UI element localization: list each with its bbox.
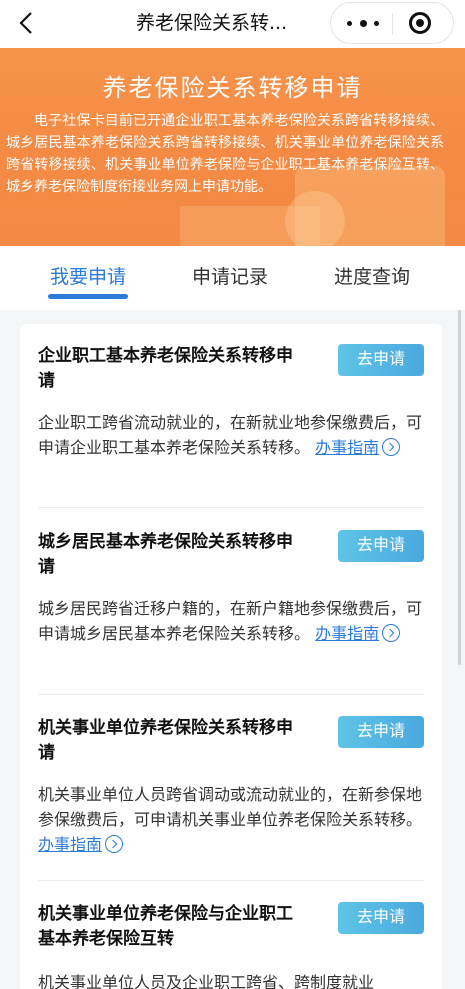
more-icon[interactable] <box>347 3 379 43</box>
tab-active-indicator <box>48 294 128 299</box>
tab-apply[interactable]: 我要申请 <box>50 262 126 289</box>
banner-title: 养老保险关系转移申请 <box>102 74 363 102</box>
back-icon[interactable] <box>14 6 38 40</box>
banner: 养老保险关系转移申请 电子社保卡目前已开通企业职工基本养老保险关系跨省转移接续、… <box>0 48 465 246</box>
guide-link[interactable]: 办事指南 <box>315 438 379 457</box>
tab-progress[interactable]: 进度查询 <box>334 262 410 289</box>
mini-program-capsule <box>330 2 454 44</box>
chevron-right-circle-icon[interactable] <box>105 835 124 853</box>
item-title: 城乡居民基本养老保险关系转移申请 <box>38 532 293 577</box>
application-list: 企业职工基本养老保险关系转移申请 去申请 企业职工跨省流动就业的，在新就业地参保… <box>20 324 442 989</box>
banner-decoration <box>180 206 320 246</box>
apply-button[interactable]: 去申请 <box>338 530 424 562</box>
tab-records[interactable]: 申请记录 <box>192 262 268 289</box>
apply-button[interactable]: 去申请 <box>338 902 424 934</box>
guide-link[interactable]: 办事指南 <box>38 835 102 854</box>
chevron-right-circle-icon[interactable] <box>382 438 401 456</box>
item-description-text: 机关事业单位人员跨省调动或流动就业的，在新参保地参保缴费后，可申请机关事业单位养… <box>38 785 423 829</box>
item-description: 机关事业单位人员及企业职工跨省、跨制度就业 <box>38 973 375 989</box>
tab-bar: 我要申请 申请记录 进度查询 <box>0 246 465 310</box>
divider <box>38 880 424 881</box>
apply-button[interactable]: 去申请 <box>338 716 424 748</box>
item-title: 机关事业单位养老保险与企业职工基本养老保险互转 <box>38 904 293 949</box>
item-title: 机关事业单位养老保险关系转移申请 <box>38 718 293 763</box>
scrollbar[interactable] <box>458 310 461 665</box>
divider <box>38 694 424 695</box>
banner-description: 电子社保卡目前已开通企业职工基本养老保险关系跨省转移接续、城乡居民基本养老保险关… <box>6 113 444 195</box>
guide-link[interactable]: 办事指南 <box>315 624 379 643</box>
item-description: 企业职工跨省流动就业的，在新就业地参保缴费后，可申请企业职工基本养老保险关系转移… <box>38 410 424 460</box>
apply-button[interactable]: 去申请 <box>338 344 424 376</box>
nav-bar: 养老保险关系转... <box>0 0 465 48</box>
item-description: 城乡居民跨省迁移户籍的，在新户籍地参保缴费后，可申请城乡居民基本养老保险关系转移… <box>38 596 424 646</box>
item-title: 企业职工基本养老保险关系转移申请 <box>38 346 293 391</box>
divider <box>38 507 424 508</box>
chevron-right-circle-icon[interactable] <box>382 624 401 642</box>
close-mini-program-icon[interactable] <box>409 12 431 34</box>
item-description: 机关事业单位人员跨省调动或流动就业的，在新参保地参保缴费后，可申请机关事业单位养… <box>38 782 424 857</box>
nav-title: 养老保险关系转... <box>136 12 288 34</box>
capsule-divider <box>392 13 393 35</box>
